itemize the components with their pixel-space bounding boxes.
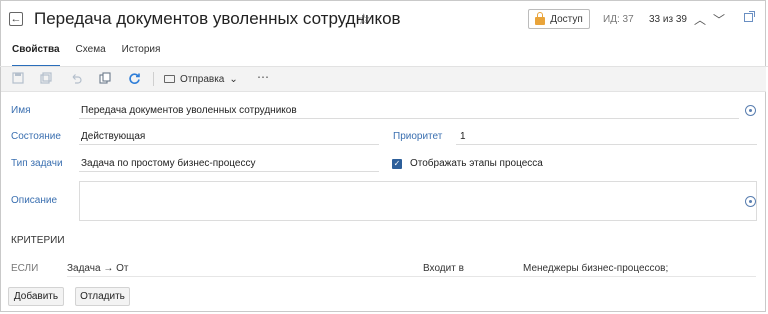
lock-icon bbox=[535, 11, 546, 25]
more-options-icon[interactable]: ⋯ bbox=[257, 70, 270, 84]
description-field[interactable] bbox=[79, 181, 757, 221]
description-label: Описание bbox=[11, 195, 58, 206]
copy-icon[interactable] bbox=[98, 72, 112, 86]
send-icon bbox=[164, 75, 175, 83]
add-button[interactable]: Добавить bbox=[8, 287, 64, 306]
priority-label: Приоритет bbox=[393, 131, 443, 142]
priority-field[interactable]: 1 bbox=[460, 131, 466, 142]
page-title: Передача документов уволенных сотруднико… bbox=[34, 9, 401, 28]
toolbar-separator bbox=[153, 72, 154, 86]
priority-underline bbox=[456, 144, 757, 145]
record-counter: 33 из 39 bbox=[649, 14, 687, 25]
favorite-star-icon[interactable]: ☆ bbox=[357, 10, 370, 28]
tab-properties[interactable]: Свойства bbox=[12, 44, 60, 67]
show-stages-label: Отображать этапы процесса bbox=[410, 158, 543, 169]
chevron-down-icon[interactable]: ﹀ bbox=[713, 11, 725, 28]
name-underline bbox=[79, 118, 739, 119]
back-button[interactable]: ← bbox=[9, 12, 23, 26]
send-dropdown[interactable]: Отправка ⌄ bbox=[164, 72, 238, 86]
send-dropdown-label: Отправка bbox=[180, 73, 225, 85]
refresh-icon[interactable] bbox=[127, 72, 141, 86]
access-button-label: Доступ bbox=[550, 13, 583, 25]
localization-icon[interactable] bbox=[745, 196, 756, 207]
toolbar: Отправка ⌄ ⋯ bbox=[1, 67, 766, 92]
task-type-label: Тип задачи bbox=[11, 158, 63, 169]
criteria-subject[interactable]: Задача → От bbox=[67, 263, 128, 274]
save-icon[interactable] bbox=[11, 72, 25, 86]
state-label: Состояние bbox=[11, 131, 61, 142]
chevron-down-icon: ⌄ bbox=[229, 73, 238, 85]
task-type-field[interactable]: Задача по простому бизнес-процессу bbox=[81, 158, 255, 169]
tab-bar: Свойства Схема История bbox=[12, 44, 161, 67]
criteria-value[interactable]: Менеджеры бизнес-процессов; bbox=[523, 263, 668, 274]
header: ← Передача документов уволенных сотрудни… bbox=[0, 0, 768, 38]
tab-scheme[interactable]: Схема bbox=[76, 44, 106, 64]
task-type-underline bbox=[79, 171, 379, 172]
show-stages-checkbox[interactable]: ✓ bbox=[392, 159, 402, 169]
state-field[interactable]: Действующая bbox=[81, 131, 145, 142]
criteria-heading: КРИТЕРИИ bbox=[11, 235, 65, 246]
criteria-if-label: ЕСЛИ bbox=[11, 263, 39, 274]
open-in-new-window-icon[interactable] bbox=[744, 11, 755, 22]
name-label: Имя bbox=[11, 105, 31, 116]
chevron-up-icon[interactable]: ︿ bbox=[694, 11, 706, 28]
record-id: ИД: 37 bbox=[603, 14, 634, 25]
undo-icon[interactable] bbox=[69, 72, 83, 86]
state-underline bbox=[79, 144, 379, 145]
criteria-underline bbox=[67, 276, 756, 277]
localization-icon[interactable] bbox=[745, 105, 756, 116]
tab-history[interactable]: История bbox=[122, 44, 161, 64]
criteria-operator[interactable]: Входит в bbox=[423, 263, 464, 274]
back-arrow-icon: ← bbox=[10, 12, 22, 25]
save-close-icon[interactable] bbox=[39, 72, 53, 86]
debug-button[interactable]: Отладить bbox=[75, 287, 130, 306]
access-button[interactable]: Доступ bbox=[528, 9, 590, 29]
name-field[interactable]: Передача документов уволенных сотруднико… bbox=[81, 105, 297, 116]
